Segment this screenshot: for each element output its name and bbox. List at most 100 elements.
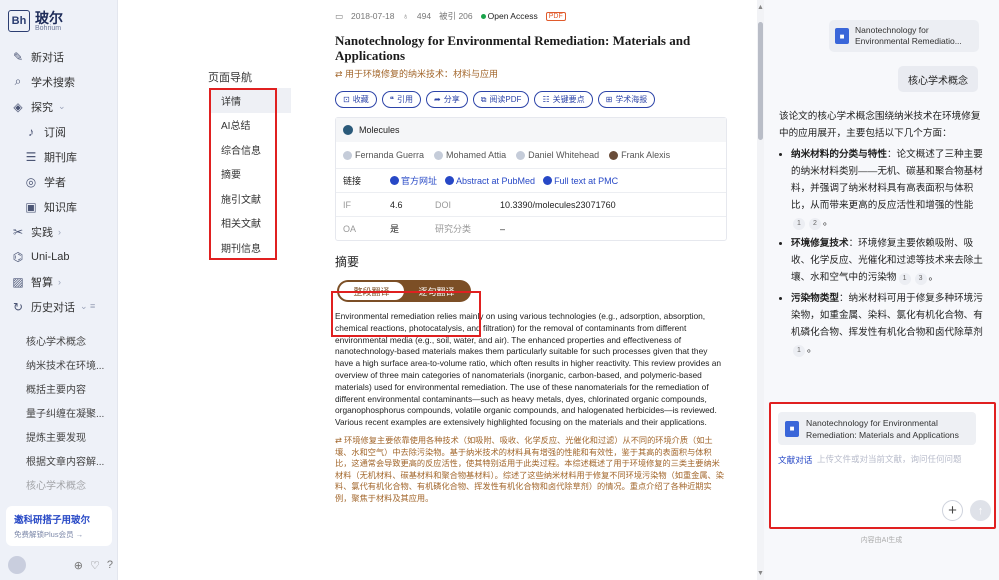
toc-item[interactable]: 相关文献 [210,211,291,236]
history-item[interactable]: 核心学术概念 [0,472,118,496]
answer-point-head: 环境修复技术 [791,238,849,249]
language-icon[interactable]: ⊕ [74,559,83,572]
chat-panel: ■ Nanotechnology for Environmental Remed… [764,0,999,580]
user-question: 核心学术概念 [898,66,978,92]
paper-title-translation: ⇄ 用于环境修复的纳米技术：材料与应用 [335,69,499,79]
history-item[interactable]: 根据文章内容解... [0,448,118,472]
sidebar-item-journal[interactable]: ☰ 期刊库 [0,144,118,169]
full-translation-button[interactable]: 整段翻译 [339,282,404,300]
toc-item[interactable]: 施引文献 [210,186,291,211]
history-item[interactable]: 纳米技术在环境... [0,352,118,376]
add-attachment-button[interactable]: + [942,500,963,521]
scroll-down-icon[interactable]: ▼ [757,570,764,577]
chat-input[interactable] [817,450,987,468]
history-item[interactable]: 核心学术概念 [0,328,118,352]
share-button[interactable]: ➦ 分享 [426,91,468,108]
bookmark-button[interactable]: ⊡ 收藏 [335,91,377,108]
quote-button[interactable]: ❝ 引用 [381,91,422,108]
publish-date: 2018-07-18 [351,11,395,21]
doi-value[interactable]: 10.3390/molecules23071760 [493,200,616,210]
external-link[interactable]: 官方网址 [390,174,437,187]
author-avatar [609,150,619,160]
citation-badge[interactable]: 1 [898,273,911,285]
input-document-chip[interactable]: ■ Nanotechnology for Environmental Remed… [778,412,976,445]
if-value: 4.6 [390,199,403,210]
scholar-icon: ◎ [25,174,37,189]
author-avatar [516,150,526,160]
external-link[interactable]: Abstract at PubMed [445,176,535,186]
pdf-badge[interactable]: PDF [545,11,566,21]
toc-item[interactable]: 综合信息 [210,137,291,162]
sentence-translation-button[interactable]: 逐句翻译 [404,282,469,300]
lab-icon: ⌬ [12,249,24,264]
knowledge-icon: ▣ [25,199,37,214]
sidebar-item-history[interactable]: ↻ 历史对话 ⌄ ≡ [0,294,118,319]
sidebar-item-knowledge[interactable]: ▣ 知识库 [0,194,118,219]
chevron-icon: ⌄ [58,101,66,111]
key-points-button[interactable]: ☷ 关键要点 [534,91,593,108]
sidebar-item-compute[interactable]: ▨ 智算 › [0,269,118,294]
author[interactable]: Daniel Whitehead [516,150,599,160]
history-item[interactable]: 量子纠缠在凝聚... [0,400,118,424]
sidebar-item-label: 学术搜索 [31,76,75,89]
sidebar-item-practice[interactable]: ✂ 实践 › [0,219,118,244]
like-icon: ♁ [402,11,409,21]
document-icon: ■ [835,28,849,44]
sidebar-item-search[interactable]: ⌕ 学术搜索 [0,69,118,94]
send-button[interactable]: ↑ [970,500,991,521]
journal-row[interactable]: Molecules [336,118,726,142]
sidebar-item-explore[interactable]: ◈ 探究 ⌄ [0,94,118,119]
answer-points: 纳米材料的分类与特性：论文概述了三种主要的纳米材料类别——无机、碳基和聚合物基材… [779,146,984,358]
ai-disclaimer: 内容由AI生成 [860,537,903,544]
read-pdf-icon: ⧉ [480,94,487,104]
toc-item[interactable]: 详情 [210,88,291,113]
brand-sub: Bohrium [35,24,62,32]
author[interactable]: Mohamed Attia [434,150,506,160]
poster-button[interactable]: ⊞ 学术海报 [597,91,656,108]
promo-card[interactable]: 邀科研搭子用玻尔 免费解锁Plus会员 → [6,506,112,546]
author[interactable]: Frank Alexis [609,150,670,160]
action-label: 关键要点 [552,95,585,104]
scroll-up-icon[interactable]: ▲ [757,4,764,11]
external-link[interactable]: Full text at PMC [543,176,618,186]
answer-point: 纳米材料的分类与特性：论文概述了三种主要的纳米材料类别——无机、碳基和聚合物基材… [791,146,984,231]
attached-document-title: Nanotechnology for Environmental Remedia… [855,25,962,46]
key-points-icon: ☷ [542,95,550,104]
history-item[interactable]: 提炼主要发现 [0,424,118,448]
notification-icon[interactable]: ♡ [90,559,100,572]
scrollbar-thumb[interactable] [758,22,763,140]
logo[interactable]: Bh 玻尔 Bohrium [8,10,63,32]
like-count: 494 [416,11,432,21]
sidebar-item-label: 新对话 [31,51,64,64]
sidebar-item-lab[interactable]: ⌬ Uni-Lab [0,244,118,269]
chat-mode-label[interactable]: 文献对话 [778,454,812,466]
toc-item[interactable]: 摘要 [210,162,291,187]
answer-point-head: 纳米材料的分类与特性 [791,149,887,160]
sidebar-item-bell[interactable]: ♪ 订阅 [0,119,118,144]
citation-badge[interactable]: 1 [793,218,805,230]
sidebar-item-scholar[interactable]: ◎ 学者 [0,169,118,194]
quote-icon: ❝ [389,95,395,104]
translation-toggle: 整段翻译 逐句翻译 [337,280,471,302]
attached-document-chip[interactable]: ■ Nanotechnology for Environmental Remed… [829,20,979,52]
avatar[interactable] [8,556,26,574]
read-pdf-button[interactable]: ⧉ 阅读PDF [472,91,530,108]
citation-badge[interactable]: 1 [793,345,805,357]
chevron-icon: › [58,276,61,287]
toc-item[interactable]: 期刊信息 [210,235,291,260]
chevron-icon: ⌄ ≡ [80,301,96,311]
author-name: Frank Alexis [621,150,671,160]
author-list: Fernanda Guerra Mohamed Attia Daniel White… [336,142,726,168]
help-icon[interactable]: ? [107,559,113,572]
citation-badge[interactable]: 3 [914,273,927,285]
author[interactable]: Fernanda Guerra [343,150,424,160]
history-item[interactable]: 概括主要内容 [0,376,118,400]
answer-point: 污染物类型：纳米材料可用于修复多种环境污染物，如重金属、染料、氯化有机化合物、有… [791,290,984,358]
author-name: Mohamed Attia [446,150,507,160]
page-navigation: 详情 AI总结 综合信息 摘要 施引文献 相关文献 期刊信息 [210,88,291,260]
citation-badge[interactable]: 2 [809,218,821,230]
sidebar-item-label: 知识库 [44,201,77,214]
toc-item[interactable]: AI总结 [210,113,291,138]
sidebar-item-edit[interactable]: ✎ 新对话 [0,44,118,69]
link-icon [390,176,399,185]
